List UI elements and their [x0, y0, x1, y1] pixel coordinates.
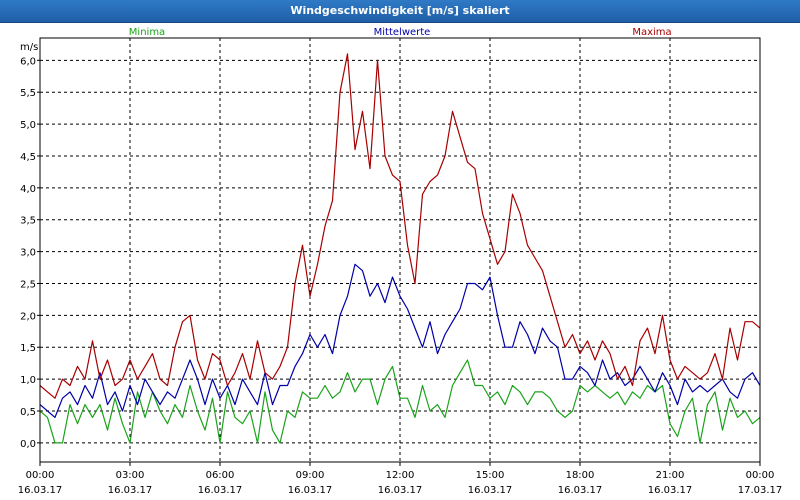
y-tick-label: 0,5 [20, 407, 36, 418]
chart-window: Windgeschwindigkeit [m/s] skaliert 6,0 5,… [0, 0, 800, 500]
legend-item-minima: Minima [129, 27, 165, 38]
x-axis: 00:00 16.03.17 03:00 16.03.17 06:00 16.03.17 0… [18, 462, 783, 496]
y-tick-label: 1,0 [20, 375, 36, 386]
wind-speed-chart: 6,05,55,04,54,03,53,02,52,01,51,00,50,0 … [18, 27, 783, 496]
y-tick-label: 2,5 [20, 279, 36, 290]
x-tick-date: 16.03.17 [18, 485, 63, 496]
y-tick-label: 5,0 [20, 120, 36, 131]
x-tick-time: 15:00 [476, 470, 505, 481]
x-tick-date: 16.03.17 [558, 485, 603, 496]
x-tick-time: 00:00 [746, 470, 775, 481]
y-tick-label: 0,0 [20, 439, 36, 450]
y-axis-label: m/s [20, 42, 38, 53]
x-tick-time: 03:00 [116, 470, 145, 481]
x-tick-date: 17.03.17 [738, 485, 783, 496]
x-tick-date: 16.03.17 [288, 485, 333, 496]
y-tick-label: 6,0 [20, 56, 36, 67]
x-tick-time: 06:00 [206, 470, 235, 481]
x-tick-time: 12:00 [386, 470, 415, 481]
y-tick-label: 4,0 [20, 184, 36, 195]
x-tick-date: 16.03.17 [378, 485, 423, 496]
title-bar: Windgeschwindigkeit [m/s] skaliert [0, 0, 800, 23]
x-tick-date: 16.03.17 [108, 485, 153, 496]
x-tick-time: 00:00 [26, 470, 55, 481]
y-tick-label: 5,5 [20, 88, 36, 99]
y-axis: 6,0 5,5 5,0 4,5 4,0 3,5 3,0 2,5 2,0 1,5 1,0 0,5 0,0 [20, 56, 40, 450]
x-tick-date: 16.03.17 [468, 485, 513, 496]
legend-item-mittelwerte: Mittelwerte [374, 27, 431, 38]
y-tick-label: 4,5 [20, 152, 36, 163]
y-tick-label: 2,0 [20, 311, 36, 322]
legend-item-maxima: Maxima [632, 27, 671, 38]
chart-title: Windgeschwindigkeit [m/s] skaliert [290, 4, 510, 17]
x-tick-time: 18:00 [566, 470, 595, 481]
x-tick-time: 21:00 [656, 470, 685, 481]
x-tick-date: 16.03.17 [198, 485, 243, 496]
y-tick-label: 3,5 [20, 216, 36, 227]
x-tick-date: 16.03.17 [648, 485, 693, 496]
x-tick-time: 09:00 [296, 470, 325, 481]
y-tick-label: 1,5 [20, 343, 36, 354]
y-tick-label: 3,0 [20, 248, 36, 259]
legend: Minima Mittelwerte Maxima [129, 27, 672, 38]
